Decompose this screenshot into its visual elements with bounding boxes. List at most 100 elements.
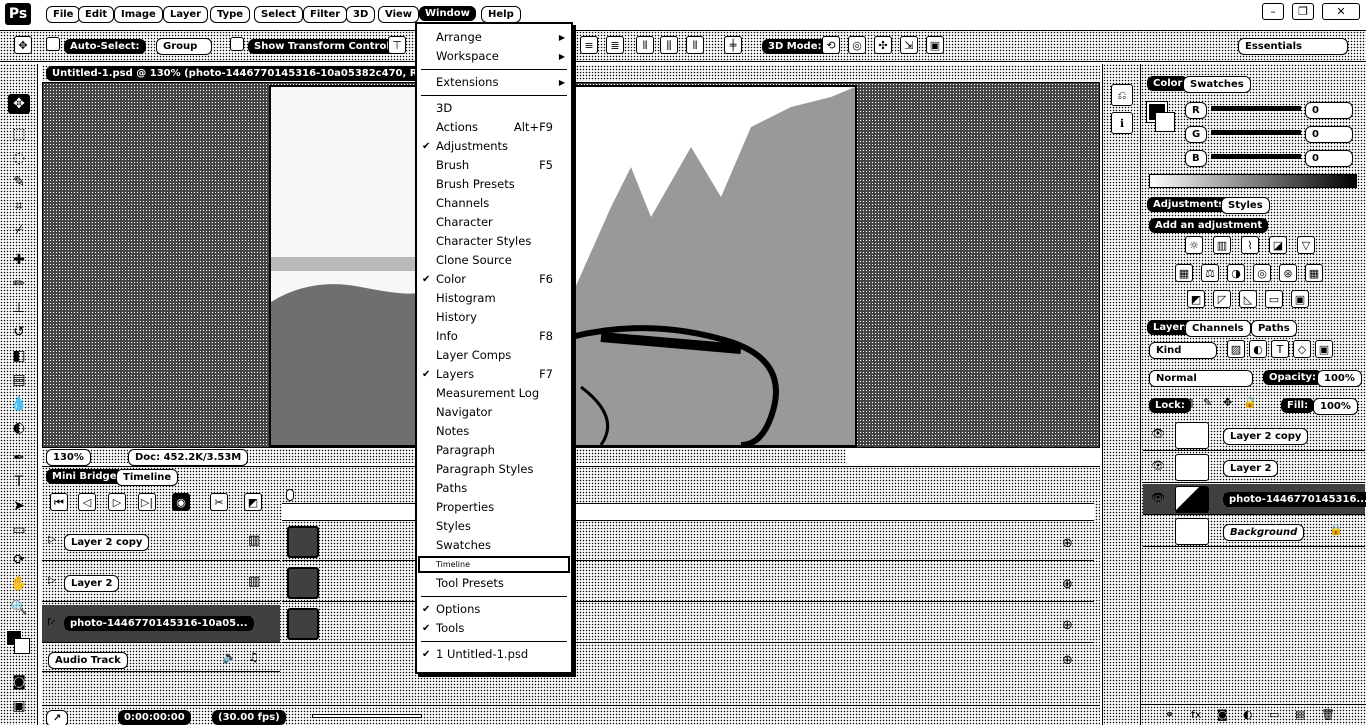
color-background-swatch[interactable] (1155, 112, 1175, 132)
layer-name[interactable]: Background (1223, 524, 1305, 541)
align-top-icon[interactable]: ⊤ (388, 36, 406, 54)
menu-filter[interactable]: Filter (303, 6, 348, 23)
window-menu-item-arrange[interactable]: Arrange ▶ (417, 28, 571, 47)
brightness-contrast-icon[interactable]: ☼ (1185, 236, 1203, 254)
layer-name[interactable]: Layer 2 copy (1223, 428, 1309, 445)
black-white-icon[interactable]: ◑ (1227, 264, 1245, 282)
playhead-icon[interactable] (286, 489, 294, 501)
channel-slider[interactable] (1211, 130, 1301, 135)
window-menu-item-measurement-log[interactable]: Measurement Log (417, 384, 571, 403)
previous-frame-icon[interactable]: ◁ (78, 493, 96, 511)
distribute-left-icon[interactable]: ⫴ (636, 36, 654, 54)
visibility-eye-icon[interactable]: 👁 (1151, 459, 1165, 472)
window-menu-item-adjustments[interactable]: ✔ Adjustments (417, 137, 571, 156)
filter-adjust-icon[interactable]: ◐ (1249, 340, 1267, 358)
layer-row-background[interactable]: Background 🔒 (1143, 516, 1365, 547)
add-mask-icon[interactable]: ◙ (1217, 708, 1228, 721)
new-layer-icon[interactable]: ▤ (1295, 708, 1305, 721)
move-tool-preset-icon[interactable]: ✥ (14, 36, 32, 54)
opacity-field[interactable]: 100% (1317, 370, 1362, 387)
add-media-icon[interactable]: ⊕ (1062, 618, 1073, 633)
speaker-icon[interactable]: 🔈 (222, 650, 237, 664)
menu-type[interactable]: Type (210, 6, 251, 23)
lock-all-icon[interactable]: 🔒 (1243, 396, 1257, 409)
window-menu-item-histogram[interactable]: Histogram (417, 289, 571, 308)
color-ramp[interactable] (1149, 174, 1357, 188)
blur-tool-icon[interactable]: 💧 (8, 394, 30, 414)
window-menu-item-actions[interactable]: Actions Alt+F9 (417, 118, 571, 137)
marquee-tool-icon[interactable]: ⬚ (8, 124, 30, 144)
3d-slide-icon[interactable]: ⇲ (900, 36, 918, 54)
timeline-ruler[interactable] (282, 503, 1094, 521)
delete-layer-icon[interactable]: 🗑 (1321, 708, 1335, 721)
transition-icon[interactable]: ◩ (244, 493, 262, 511)
menu-view[interactable]: View (378, 6, 420, 23)
3d-scale-icon[interactable]: ▣ (926, 36, 944, 54)
add-media-icon[interactable]: ⊕ (1062, 653, 1073, 668)
healing-brush-icon[interactable]: ✚ (8, 250, 30, 270)
window-menu-item-history[interactable]: History (417, 308, 571, 327)
clip[interactable] (287, 567, 319, 599)
rectangle-tool-icon[interactable]: ▭ (8, 520, 30, 540)
window-menu-item-styles[interactable]: Styles (417, 517, 571, 536)
window-menu-item-paths[interactable]: Paths (417, 479, 571, 498)
hue-saturation-icon[interactable]: ▦ (1175, 264, 1193, 282)
document-info[interactable]: Doc: 452.2K/3.53M (128, 449, 249, 466)
color-balance-icon[interactable]: ⚖ (1201, 264, 1219, 282)
vibrance-icon[interactable]: ▽ (1297, 236, 1315, 254)
window-menu-item-extensions[interactable]: Extensions ▶ (417, 73, 571, 92)
background-color-swatch[interactable] (14, 638, 30, 654)
zoom-level[interactable]: 130% (46, 449, 91, 466)
window-menu-item-paragraph-styles[interactable]: Paragraph Styles (417, 460, 571, 479)
tab-adjustments[interactable]: Adjustments (1147, 197, 1231, 212)
levels-icon[interactable]: ▥ (1213, 236, 1231, 254)
gradient-tool-icon[interactable]: ▤ (8, 370, 30, 390)
color-lookup-icon[interactable]: ▦ (1305, 264, 1323, 282)
restore-icon[interactable]: ❐ (1292, 3, 1314, 20)
menu-file[interactable]: File (46, 6, 81, 23)
tab-styles[interactable]: Styles (1221, 197, 1270, 214)
path-select-icon[interactable]: ➤ (8, 496, 30, 516)
lasso-tool-icon[interactable]: ◌ (8, 148, 30, 168)
eraser-tool-icon[interactable]: ◧ (8, 346, 30, 366)
3d-pan-icon[interactable]: ✣ (874, 36, 892, 54)
exposure-icon[interactable]: ◪ (1269, 236, 1287, 254)
next-frame-icon[interactable]: ▷| (138, 493, 156, 511)
auto-select-checkbox[interactable] (46, 37, 60, 51)
filter-pixel-icon[interactable]: ▨ (1227, 340, 1245, 358)
window-menu-item-navigator[interactable]: Navigator (417, 403, 571, 422)
window-menu-item-tool-presets[interactable]: Tool Presets (417, 574, 571, 593)
layer-name[interactable]: Layer 2 (1223, 460, 1279, 477)
filter-smart-icon[interactable]: ▣ (1315, 340, 1333, 358)
workspace-switcher[interactable]: Essentials (1238, 38, 1348, 55)
play-icon[interactable]: ▷ (108, 493, 126, 511)
invert-icon[interactable]: ◩ (1187, 290, 1205, 308)
channel-value[interactable]: 0 (1305, 150, 1353, 167)
menu-edit[interactable]: Edit (78, 6, 115, 23)
distribute-hcenter-icon[interactable]: ⫼ (660, 36, 678, 54)
channel-value[interactable]: 0 (1305, 102, 1353, 119)
zoom-slider[interactable] (312, 714, 422, 718)
selective-color-icon[interactable]: ▣ (1291, 290, 1309, 308)
3d-roll-icon[interactable]: ◎ (848, 36, 866, 54)
properties-panel-icon[interactable]: ℹ (1111, 112, 1133, 134)
link-layers-icon[interactable]: ⚭ (1165, 708, 1174, 721)
new-group-icon[interactable]: ▭ (1269, 708, 1279, 721)
tab-paths[interactable]: Paths (1251, 320, 1297, 337)
crop-tool-icon[interactable]: ⌗ (8, 196, 30, 216)
channel-slider[interactable] (1211, 106, 1301, 111)
channel-mixer-icon[interactable]: ⊛ (1279, 264, 1297, 282)
expand-icon[interactable]: ▷ (48, 534, 56, 545)
distribute-vcenter-icon[interactable]: ≣ (606, 36, 624, 54)
layer-row-layer-2[interactable]: 👁 Layer 2 (1143, 452, 1365, 483)
hand-tool-icon[interactable]: ✋ (8, 574, 30, 594)
auto-align-icon[interactable]: ╪ (724, 36, 742, 54)
window-menu-item-timeline[interactable]: Timeline (417, 555, 571, 574)
tab-channels[interactable]: Channels (1185, 320, 1251, 337)
audio-track[interactable]: Audio Track 🔈 ♫ (42, 646, 280, 672)
move-tool-icon[interactable]: ✥ (8, 94, 30, 114)
history-brush-icon[interactable]: ↺ (8, 322, 30, 342)
music-note-icon[interactable]: ♫ (248, 650, 259, 664)
zoom-tool-icon[interactable]: 🔍 (8, 598, 30, 618)
history-panel-icon[interactable]: ⎌ (1111, 84, 1133, 106)
